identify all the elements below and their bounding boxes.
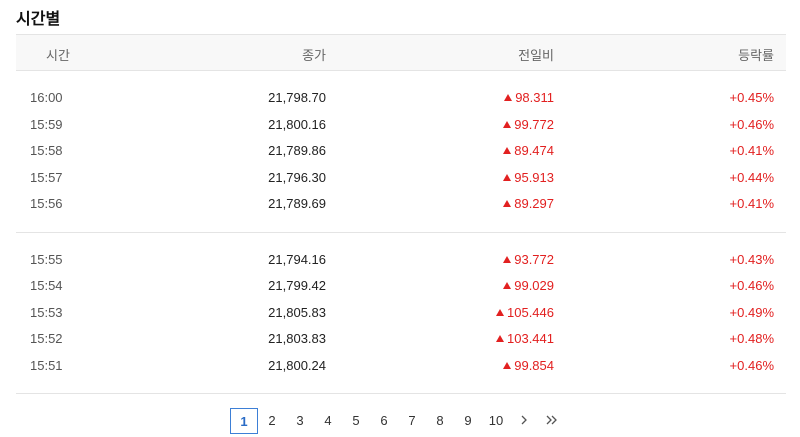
table-row: 15:56 21,789.69 89.297 +0.41% bbox=[16, 191, 786, 218]
cell-rate: +0.49% bbox=[729, 304, 774, 320]
table-row: 15:59 21,800.16 99.772 +0.46% bbox=[16, 112, 786, 139]
page-3-button[interactable]: 3 bbox=[286, 408, 314, 434]
up-triangle-icon bbox=[503, 120, 512, 128]
cell-close: 21,796.30 bbox=[268, 169, 326, 185]
hourly-price-table: 시간 종가 전일비 등락률 16:00 21,798.70 98.311 +0.… bbox=[16, 34, 786, 394]
row-group-2: 15:55 21,794.16 93.772 +0.43% 15:54 21,7… bbox=[16, 233, 786, 394]
cell-time: 15:58 bbox=[30, 143, 63, 158]
change-value: 99.772 bbox=[514, 116, 554, 132]
up-triangle-icon bbox=[503, 255, 512, 263]
last-page-button[interactable] bbox=[538, 408, 566, 434]
table-row: 15:53 21,805.83 105.446 +0.49% bbox=[16, 300, 786, 327]
table-row: 15:54 21,799.42 99.029 +0.46% bbox=[16, 273, 786, 300]
cell-close: 21,800.24 bbox=[268, 357, 326, 373]
cell-time: 15:54 bbox=[30, 278, 63, 293]
change-value: 89.474 bbox=[514, 143, 554, 158]
table-row: 15:52 21,803.83 103.441 +0.48% bbox=[16, 326, 786, 353]
cell-change: 89.474 bbox=[503, 143, 554, 158]
cell-change: 99.772 bbox=[503, 117, 554, 132]
up-triangle-icon bbox=[503, 361, 512, 369]
page-2-button[interactable]: 2 bbox=[258, 408, 286, 434]
cell-rate: +0.46% bbox=[729, 116, 774, 132]
cell-close: 21,794.16 bbox=[268, 251, 326, 267]
cell-rate: +0.41% bbox=[729, 143, 774, 158]
up-triangle-icon bbox=[503, 282, 512, 289]
cell-time: 15:52 bbox=[30, 331, 63, 346]
cell-close: 21,803.83 bbox=[268, 331, 326, 346]
up-triangle-icon bbox=[503, 200, 512, 207]
cell-change: 95.913 bbox=[503, 170, 554, 185]
page-6-button[interactable]: 6 bbox=[370, 408, 398, 434]
cell-change: 99.854 bbox=[503, 358, 554, 373]
page-10-button[interactable]: 10 bbox=[482, 408, 510, 434]
cell-close: 21,789.86 bbox=[268, 143, 326, 158]
change-value: 105.446 bbox=[507, 304, 554, 320]
cell-time: 16:00 bbox=[30, 90, 63, 105]
cell-rate: +0.45% bbox=[729, 90, 774, 105]
page-4-button[interactable]: 4 bbox=[314, 408, 342, 434]
section-title: 시간별 bbox=[16, 9, 61, 28]
page-5-button[interactable]: 5 bbox=[342, 408, 370, 434]
table-row: 16:00 21,798.70 98.311 +0.45% bbox=[16, 85, 786, 112]
header-rate: 등락률 bbox=[738, 49, 774, 64]
up-triangle-icon bbox=[504, 94, 513, 101]
change-value: 98.311 bbox=[515, 90, 554, 105]
page-8-button[interactable]: 8 bbox=[426, 408, 454, 434]
cell-rate: +0.44% bbox=[729, 169, 774, 185]
cell-time: 15:59 bbox=[30, 116, 63, 132]
cell-rate: +0.46% bbox=[729, 357, 774, 373]
change-value: 99.029 bbox=[514, 278, 554, 293]
header-change: 전일비 bbox=[518, 49, 554, 64]
up-triangle-icon bbox=[503, 147, 512, 154]
table-row: 15:51 21,800.24 99.854 +0.46% bbox=[16, 353, 786, 380]
cell-rate: +0.48% bbox=[729, 331, 774, 346]
cell-time: 15:56 bbox=[30, 196, 63, 211]
page-9-button[interactable]: 9 bbox=[454, 408, 482, 434]
pagination: 1 2 3 4 5 6 7 8 9 10 bbox=[230, 408, 566, 434]
page-1-button[interactable]: 1 bbox=[230, 408, 258, 434]
cell-close: 21,805.83 bbox=[268, 304, 326, 320]
cell-change: 89.297 bbox=[503, 196, 554, 211]
cell-time: 15:55 bbox=[30, 251, 63, 267]
cell-change: 93.772 bbox=[503, 252, 554, 267]
up-triangle-icon bbox=[496, 335, 504, 342]
change-value: 89.297 bbox=[514, 196, 554, 211]
up-triangle-icon bbox=[496, 308, 504, 316]
next-page-button[interactable] bbox=[510, 408, 538, 434]
cell-time: 15:51 bbox=[30, 357, 63, 373]
cell-time: 15:53 bbox=[30, 304, 63, 320]
cell-close: 21,800.16 bbox=[268, 116, 326, 132]
row-group-1: 16:00 21,798.70 98.311 +0.45% 15:59 21,8… bbox=[16, 71, 786, 233]
cell-rate: +0.43% bbox=[729, 251, 774, 267]
change-value: 95.913 bbox=[514, 169, 554, 185]
header-close: 종가 bbox=[302, 49, 326, 64]
cell-change: 105.446 bbox=[496, 305, 554, 320]
double-chevron-right-icon bbox=[546, 415, 557, 425]
cell-close: 21,798.70 bbox=[268, 90, 326, 105]
cell-time: 15:57 bbox=[30, 169, 63, 185]
table-row: 15:55 21,794.16 93.772 +0.43% bbox=[16, 247, 786, 274]
chevron-right-icon bbox=[521, 415, 527, 425]
table-row: 15:58 21,789.86 89.474 +0.41% bbox=[16, 138, 786, 165]
cell-rate: +0.46% bbox=[729, 278, 774, 293]
cell-change: 98.311 bbox=[504, 90, 554, 105]
table-header: 시간 종가 전일비 등락률 bbox=[16, 34, 786, 71]
cell-rate: +0.41% bbox=[729, 196, 774, 211]
change-value: 103.441 bbox=[507, 331, 554, 346]
table-row: 15:57 21,796.30 95.913 +0.44% bbox=[16, 165, 786, 192]
header-time: 시간 bbox=[46, 49, 70, 64]
change-value: 99.854 bbox=[514, 357, 554, 373]
cell-change: 103.441 bbox=[496, 331, 554, 346]
page-7-button[interactable]: 7 bbox=[398, 408, 426, 434]
change-value: 93.772 bbox=[514, 251, 554, 267]
cell-close: 21,799.42 bbox=[268, 278, 326, 293]
up-triangle-icon bbox=[503, 173, 512, 181]
cell-change: 99.029 bbox=[503, 278, 554, 293]
cell-close: 21,789.69 bbox=[268, 196, 326, 211]
